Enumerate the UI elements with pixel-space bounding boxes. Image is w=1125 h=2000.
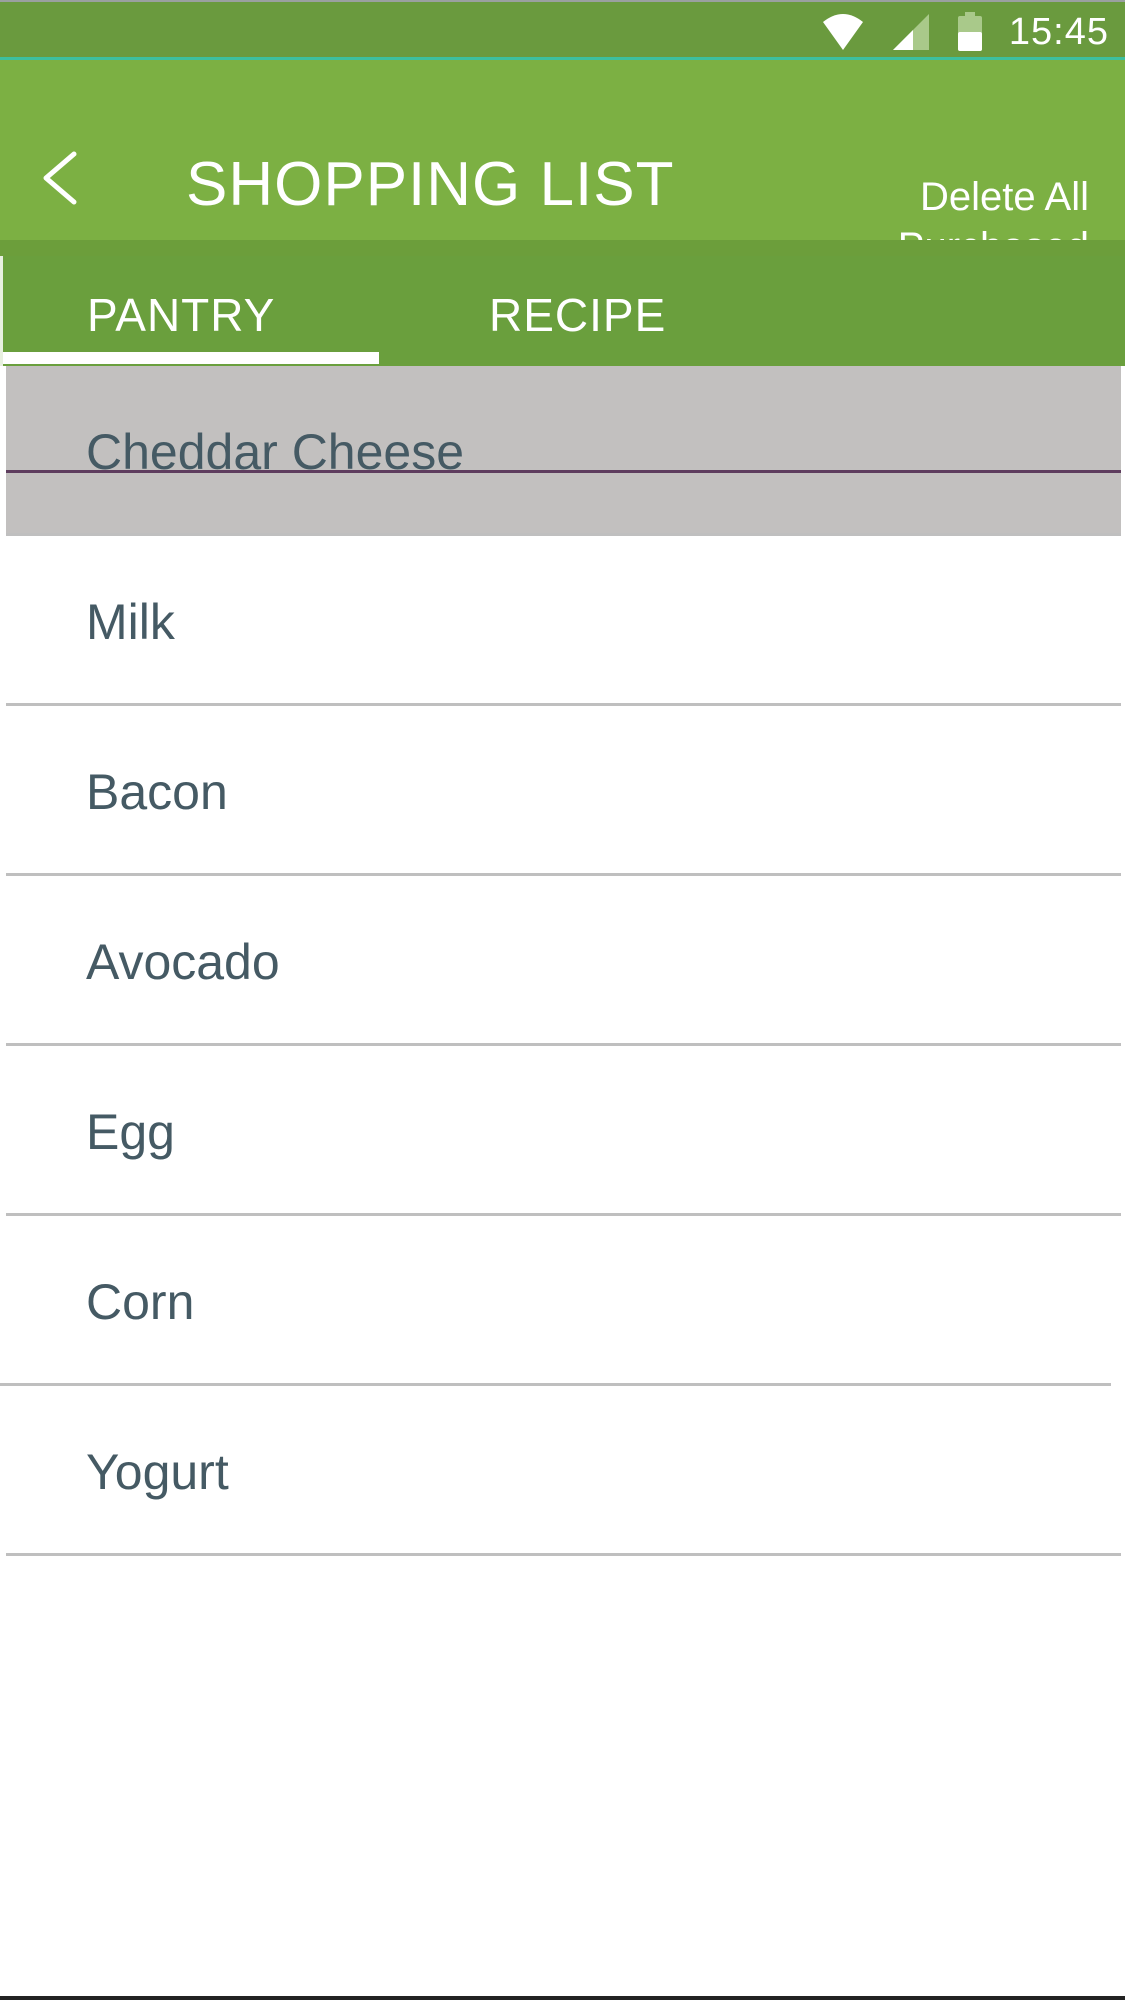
item-label: Egg [86,1104,175,1160]
item-label: Milk [86,594,175,650]
selected-tab-indicator [3,352,379,364]
app-bar-divider [0,240,1125,256]
item-label: Yogurt [86,1444,229,1500]
status-icons: 15:45 [821,8,1109,56]
shopping-list-screen: 15:45 SHOPPING LIST Delete All Purchased… [0,0,1125,2000]
chevron-left-icon [40,150,80,211]
list-item[interactable]: Yogurt [6,1386,1121,1556]
item-label: Cheddar Cheese [86,424,465,480]
list-item[interactable]: Corn [0,1216,1111,1386]
app-bar: SHOPPING LIST Delete All Purchased [0,60,1125,269]
tab-pantry[interactable]: PANTRY [87,256,275,366]
list-item-purchased[interactable]: Cheddar Cheese [6,366,1121,536]
tab-bar: PANTRY RECIPE [0,256,1125,366]
item-label: Corn [86,1274,195,1330]
item-label: Bacon [86,764,228,820]
list-item[interactable]: Egg [6,1046,1121,1216]
list-item[interactable]: Milk [6,536,1121,706]
page-title: SHOPPING LIST [186,150,675,219]
cellular-signal-icon [891,12,931,52]
status-bar: 15:45 [0,0,1125,60]
shopping-list: Cheddar Cheese Milk Bacon Avocado Egg Co… [0,366,1125,1556]
item-label: Avocado [86,934,280,990]
list-item[interactable]: Bacon [6,706,1121,876]
wifi-icon [821,12,865,52]
bottom-edge [0,1996,1125,2000]
delete-all-label-line1: Delete All [920,175,1089,219]
strikethrough-line [6,470,1121,473]
status-time: 15:45 [1008,10,1109,53]
battery-icon [957,12,983,52]
back-button[interactable] [28,140,92,220]
tab-recipe[interactable]: RECIPE [489,256,666,366]
list-item[interactable]: Avocado [6,876,1121,1046]
